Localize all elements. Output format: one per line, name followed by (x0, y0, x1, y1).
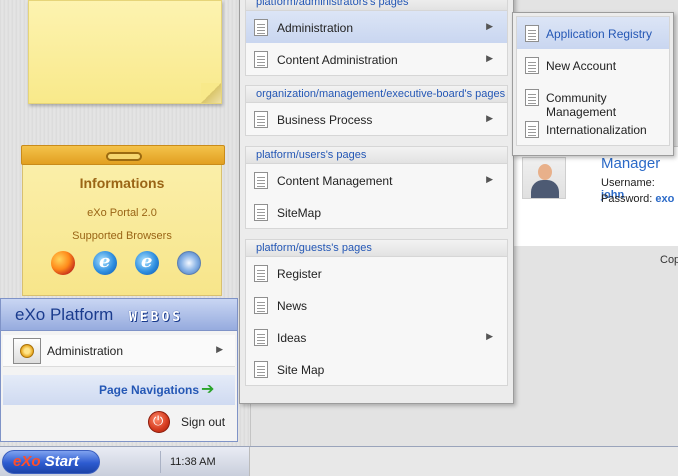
account-info-widget: Manager Username: john Password: exo (512, 146, 678, 246)
page-icon (254, 111, 268, 128)
chevron-right-icon: ▶ (486, 113, 493, 123)
submenu-item-label: Internationalization (546, 123, 647, 137)
power-icon (148, 411, 170, 433)
paperclip-icon (106, 152, 142, 161)
page-icon (525, 121, 539, 138)
page-icon (254, 172, 268, 189)
page-icon (254, 329, 268, 346)
page-icon (254, 361, 268, 378)
page-icon (525, 89, 539, 106)
sign-out-item[interactable]: Sign out (3, 409, 235, 439)
taskbar-clock: 11:38 AM (170, 456, 216, 468)
nav-item-label: Register (277, 267, 322, 281)
nav-item-administration[interactable]: Administration ▶ (246, 11, 507, 43)
submenu-item-internationalization[interactable]: Internationalization (517, 113, 669, 145)
submenu-item-new-account[interactable]: New Account (517, 49, 669, 81)
submenu-item-application-registry[interactable]: Application Registry (517, 17, 669, 49)
administration-submenu: Application Registry New Account Communi… (512, 12, 674, 156)
nav-group-title: platform/administrators's pages (246, 0, 507, 11)
taskbar: eXo Start 11:38 AM (0, 446, 678, 476)
page-icon (525, 57, 539, 74)
start-menu-item-label: Administration (47, 344, 124, 358)
nav-item-content-management[interactable]: Content Management ▶ (246, 164, 507, 196)
nav-item-ideas[interactable]: Ideas ▶ (246, 321, 507, 353)
portal-version: eXo Portal 2.0 (87, 207, 157, 219)
nav-item-content-administration[interactable]: Content Administration ▶ (246, 43, 507, 75)
nav-item-register[interactable]: Register (246, 257, 507, 289)
nav-item-news[interactable]: News (246, 289, 507, 321)
chevron-right-icon: ▶ (216, 344, 223, 354)
password-label: Password: (601, 193, 653, 205)
taskbar-tray (249, 447, 678, 476)
nav-item-business-process[interactable]: Business Process ▶ (246, 103, 507, 135)
nav-item-label: Site Map (277, 363, 325, 377)
nav-group-administrators: platform/administrators's pages Administ… (245, 0, 508, 76)
widget-header-bar[interactable] (21, 145, 225, 165)
page-icon (254, 19, 268, 36)
taskbar-divider (160, 451, 161, 473)
page-navigations-item[interactable]: Page Navigations ➔ (3, 375, 235, 405)
nav-item-site-map[interactable]: Site Map (246, 353, 507, 385)
brand-title: eXo Platform (15, 305, 114, 324)
submenu-list: Application Registry New Account Communi… (516, 16, 670, 146)
page-navigations-menu: platform/administrators's pages Administ… (239, 0, 514, 404)
nav-item-sitemap[interactable]: SiteMap (246, 196, 507, 228)
nav-item-label: Business Process (277, 113, 373, 127)
supported-browsers-label: Supported Browsers (72, 230, 172, 242)
nav-group-executive-board: organization/management/executive-board'… (245, 85, 508, 136)
green-arrow-icon: ➔ (201, 381, 215, 398)
submenu-item-label: Application Registry (546, 27, 653, 41)
nav-item-label: Content Administration (277, 53, 398, 67)
submenu-item-community-management[interactable]: Community Management (517, 81, 669, 119)
sticky-note-widget[interactable] (28, 0, 222, 104)
nav-group-users: platform/users's pages Content Managemen… (245, 146, 508, 229)
start-menu-header: eXo Platform WEBOS (1, 299, 237, 331)
informations-widget: Informations eXo Portal 2.0 Supported Br… (21, 145, 225, 296)
nav-group-title: platform/guests's pages (246, 240, 507, 257)
page-icon (254, 51, 268, 68)
page-navigations-label: Page Navigations (99, 383, 200, 397)
start-button-label: Start (44, 453, 79, 470)
firefox-icon (51, 251, 75, 275)
page-icon (254, 204, 268, 221)
webos-logo: WEBOS (129, 310, 184, 325)
chevron-right-icon: ▶ (486, 53, 493, 63)
nav-item-label: Ideas (277, 331, 307, 345)
nav-item-label: Administration (277, 21, 354, 35)
account-role: Manager (601, 155, 661, 172)
chevron-right-icon: ▶ (486, 331, 493, 341)
username-label: Username: (601, 177, 655, 189)
browser-icons (49, 251, 201, 277)
nav-group-title: organization/management/executive-board'… (246, 86, 507, 103)
nav-item-label: SiteMap (277, 206, 322, 220)
nav-group-guests: platform/guests's pages Register News Id… (245, 239, 508, 386)
nav-group-title: platform/users's pages (246, 147, 507, 164)
ie7-icon (135, 251, 159, 275)
submenu-item-label: New Account (546, 59, 617, 73)
start-button-exo: eXo (13, 453, 41, 470)
start-menu-item-administration[interactable]: Administration ▶ (3, 335, 235, 367)
widget-title: Informations (79, 175, 165, 191)
copyright-text: Cop (660, 254, 678, 266)
ie6-icon (93, 251, 117, 275)
chevron-right-icon: ▶ (486, 174, 493, 184)
start-button[interactable]: eXo Start (2, 450, 100, 474)
start-menu: eXo Platform WEBOS Administration ▶ Page… (0, 298, 238, 442)
password-value: exo (655, 193, 675, 205)
nav-item-label: Content Management (277, 174, 393, 188)
page-icon (525, 25, 539, 42)
page-curl-icon (201, 83, 221, 103)
sign-out-label: Sign out (181, 415, 226, 429)
nav-item-label: News (277, 299, 308, 313)
avatar (522, 157, 566, 199)
chevron-right-icon: ▶ (486, 21, 493, 31)
page-icon (254, 297, 268, 314)
password-row: Password: exo (601, 193, 674, 205)
administration-gear-icon (13, 338, 41, 364)
safari-icon (177, 251, 201, 275)
page-icon (254, 265, 268, 282)
